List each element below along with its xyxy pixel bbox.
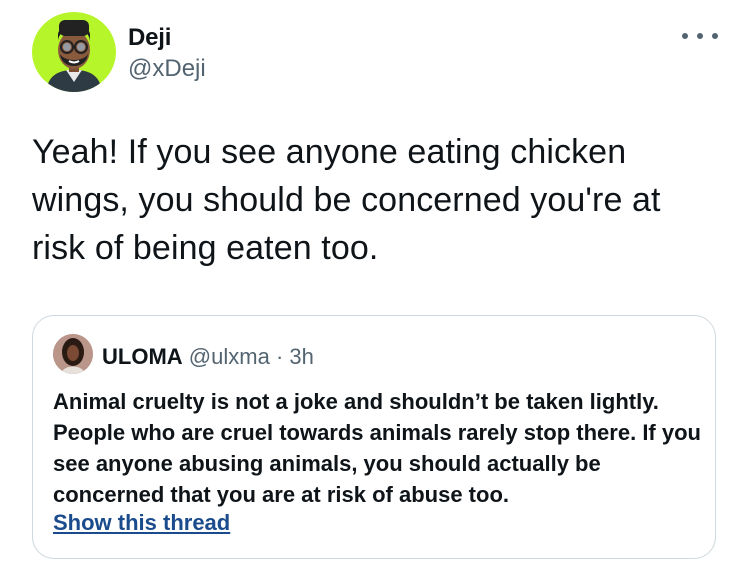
quoted-tweet-card[interactable]: ULOMA @ulxma · 3h Animal cruelty is not …	[32, 315, 716, 559]
dot	[712, 33, 718, 39]
bitmoji-avatar-icon	[46, 20, 102, 92]
quoted-display-name[interactable]: ULOMA	[102, 344, 183, 369]
author-handle[interactable]: @xDeji	[128, 55, 206, 83]
quoted-handle[interactable]: @ulxma	[189, 344, 270, 369]
quoted-header: ULOMA @ulxma · 3h	[102, 344, 314, 370]
quoted-author-avatar[interactable]	[53, 334, 93, 374]
author-avatar[interactable]	[32, 12, 116, 92]
tweet-text: Yeah! If you see anyone eating chicken w…	[32, 133, 661, 267]
show-thread-link[interactable]: Show this thread	[53, 510, 230, 536]
profile-photo-icon	[53, 334, 93, 374]
author-display-name[interactable]: Deji	[128, 24, 171, 52]
more-dots-icon[interactable]	[682, 26, 718, 46]
quoted-timestamp[interactable]: 3h	[289, 344, 313, 369]
separator-dot: ·	[275, 344, 284, 369]
dot	[697, 33, 703, 39]
quoted-tweet-text: Animal cruelty is not a joke and shouldn…	[53, 389, 701, 507]
dot	[682, 33, 688, 39]
